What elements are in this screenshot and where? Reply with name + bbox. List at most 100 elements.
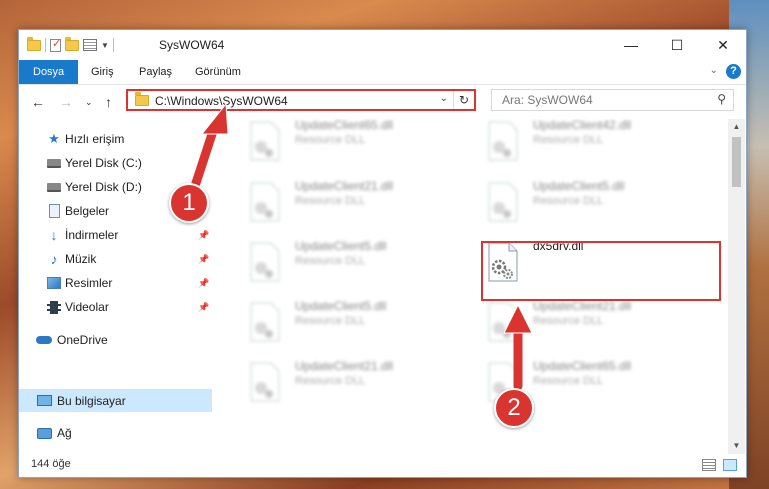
pin-icon[interactable]: 📌 (198, 278, 209, 289)
nav-item-downloads[interactable]: ↓ İndirmeler 📌 (19, 224, 212, 246)
file-name: UpdateClient65.dll (533, 359, 632, 373)
file-explorer-window: ▼ SysWOW64 — ☐ ✕ Dosya Giriş Paylaş Görü… (18, 29, 747, 478)
file-item[interactable]: UpdateClient21.dll Resource DLL (481, 294, 681, 346)
file-item[interactable]: UpdateClient5.dll Resource DLL (243, 294, 443, 346)
file-name: UpdateClient65.dll (295, 119, 394, 132)
file-type: Resource DLL (533, 195, 604, 207)
step-badge-2: 2 (494, 388, 534, 428)
scroll-down-icon[interactable]: ▼ (728, 438, 745, 454)
file-type: Resource DLL (295, 195, 366, 207)
file-type: Resource DLL (295, 315, 366, 327)
folder-icon (27, 36, 41, 51)
address-path[interactable]: C:\Windows\SysWOW64 (155, 94, 288, 108)
nav-item-label: Yerel Disk (C:) (65, 156, 142, 170)
dll-file-icon (488, 302, 518, 342)
details-view-icon[interactable] (702, 459, 716, 471)
pictures-icon (46, 275, 62, 291)
file-name: UpdateClient5.dll (295, 299, 387, 313)
pin-icon[interactable]: 📌 (198, 254, 209, 265)
file-type: Resource DLL (533, 315, 604, 327)
window-title: SysWOW64 (159, 38, 225, 52)
dll-file-icon (250, 121, 280, 161)
highlight-box (481, 241, 721, 301)
download-icon: ↓ (50, 227, 58, 243)
file-name: UpdateClient21.dll (295, 179, 394, 193)
toolbar-dropdown-icon[interactable]: ▼ (101, 41, 109, 50)
dll-file-icon (250, 302, 280, 342)
nav-item-music[interactable]: ♪ Müzik 📌 (19, 248, 212, 270)
divider (112, 38, 114, 52)
close-button[interactable]: ✕ (700, 30, 746, 60)
nav-item-label: Belgeler (65, 204, 110, 218)
nav-item-local-disk-c[interactable]: Yerel Disk (C:) (19, 152, 212, 174)
nav-item-onedrive[interactable]: OneDrive (19, 329, 212, 351)
recent-locations-icon[interactable]: ⌄ (85, 97, 93, 108)
file-item[interactable]: UpdateClient21.dll Resource DLL (243, 354, 443, 406)
divider (45, 38, 46, 52)
file-name: UpdateClient5.dll (533, 179, 625, 193)
tab-file[interactable]: Dosya (19, 60, 79, 84)
back-arrow-icon[interactable]: ← (31, 94, 45, 110)
music-icon: ♪ (50, 251, 58, 267)
tab-home[interactable]: Giriş (81, 60, 124, 84)
tab-view[interactable]: Görünüm (185, 60, 251, 84)
folder-icon (135, 92, 149, 106)
scroll-thumb[interactable] (732, 137, 741, 187)
address-bar[interactable]: C:\Windows\SysWOW64 ⌄ ↻ (126, 89, 476, 111)
file-name: UpdateClient5.dll (295, 239, 387, 253)
title-bar: ▼ SysWOW64 — ☐ ✕ (19, 30, 746, 60)
file-type: Resource DLL (295, 375, 366, 387)
nav-item-quick-access[interactable]: ★ Hızlı erişim (19, 128, 212, 150)
step-badge-1: 1 (169, 183, 209, 223)
drive-icon (46, 179, 62, 195)
dll-file-icon (250, 182, 280, 222)
status-bar: 144 öğe (19, 454, 746, 477)
nav-item-pictures[interactable]: Resimler 📌 (19, 272, 212, 294)
vertical-scrollbar[interactable]: ▲ ▼ (728, 119, 745, 454)
file-item[interactable]: UpdateClient21.dll Resource DLL (243, 174, 443, 226)
refresh-icon[interactable]: ↻ (453, 91, 474, 109)
customize-toolbar-icon[interactable] (83, 39, 97, 51)
up-arrow-icon[interactable]: ↑ (105, 94, 112, 110)
nav-item-label: Müzik (65, 252, 97, 266)
chevron-down-icon[interactable]: ⌄ (710, 65, 718, 76)
dll-file-icon (488, 121, 518, 161)
scroll-up-icon[interactable]: ▲ (728, 119, 745, 135)
tab-share[interactable]: Paylaş (129, 60, 182, 84)
file-name: UpdateClient21.dll (533, 299, 632, 313)
help-icon[interactable]: ? (726, 64, 741, 79)
onedrive-icon (36, 332, 52, 348)
nav-item-network[interactable]: Ağ (19, 422, 212, 444)
search-icon[interactable]: ⚲ (717, 92, 726, 106)
nav-item-label: Hızlı erişim (65, 132, 125, 146)
forward-arrow-icon[interactable]: → (59, 94, 73, 110)
nav-item-this-pc[interactable]: Bu bilgisayar (19, 389, 212, 412)
videos-icon (46, 299, 62, 315)
pin-icon[interactable]: 📌 (198, 302, 209, 313)
drive-icon (46, 155, 62, 171)
file-type: Resource DLL (295, 255, 366, 267)
nav-item-label: Bu bilgisayar (57, 393, 126, 408)
nav-item-videos[interactable]: Videolar 📌 (19, 296, 212, 318)
properties-check-icon[interactable] (50, 37, 61, 52)
file-item[interactable]: UpdateClient42.dll Resource DLL (481, 119, 681, 165)
file-item[interactable]: UpdateClient5.dll Resource DLL (243, 234, 443, 286)
nav-item-label: Yerel Disk (D:) (65, 180, 142, 194)
file-item[interactable]: UpdateClient65.dll Resource DLL (243, 119, 443, 165)
file-type: Resource DLL (533, 134, 604, 146)
nav-item-label: İndirmeler (65, 228, 119, 242)
dll-file-icon (488, 182, 518, 222)
nav-item-label: Resimler (65, 276, 113, 290)
dll-file-icon (250, 362, 280, 402)
maximize-button[interactable]: ☐ (654, 30, 700, 60)
large-icons-view-icon[interactable] (723, 459, 737, 471)
nav-item-label: Ağ (57, 426, 72, 440)
address-dropdown-icon[interactable]: ⌄ (440, 93, 448, 104)
search-input[interactable]: Ara: SysWOW64 ⚲ (491, 89, 734, 111)
pin-icon[interactable]: 📌 (198, 230, 209, 241)
new-folder-icon[interactable] (65, 36, 79, 51)
file-item[interactable]: UpdateClient5.dll Resource DLL (481, 174, 681, 226)
item-count: 144 öğe (31, 458, 71, 470)
search-placeholder: Ara: SysWOW64 (502, 93, 593, 107)
minimize-button[interactable]: — (608, 30, 654, 60)
